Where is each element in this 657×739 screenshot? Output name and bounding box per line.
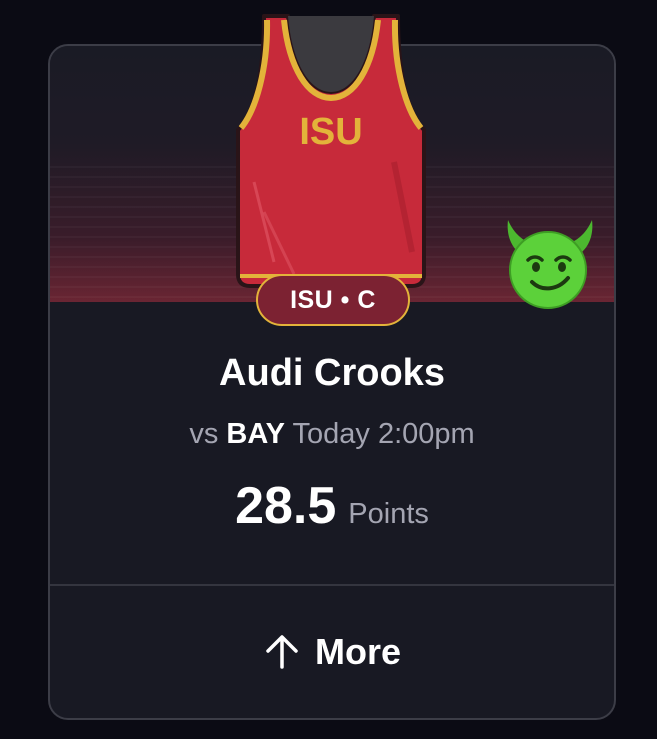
arrow-up-icon <box>266 635 298 669</box>
more-label: More <box>314 631 401 672</box>
opponent-team: BAY <box>226 418 285 450</box>
game-time: Today 2:00pm <box>292 418 475 450</box>
projection-line: 28.5 Points <box>48 476 616 536</box>
team-position-badge: ISU • C <box>256 274 410 326</box>
line-stat: Points <box>348 498 429 530</box>
player-name: Audi Crooks <box>219 352 445 394</box>
basketball-jersey-icon: ISU <box>236 14 426 288</box>
green-devil-emoji-icon <box>507 220 593 309</box>
matchup-line: vs BAY Today 2:00pm <box>48 418 616 451</box>
more-button[interactable]: More <box>50 586 614 718</box>
jersey-text: ISU <box>299 111 362 153</box>
line-value: 28.5 <box>235 477 337 535</box>
matchup-prefix: vs <box>189 418 219 450</box>
